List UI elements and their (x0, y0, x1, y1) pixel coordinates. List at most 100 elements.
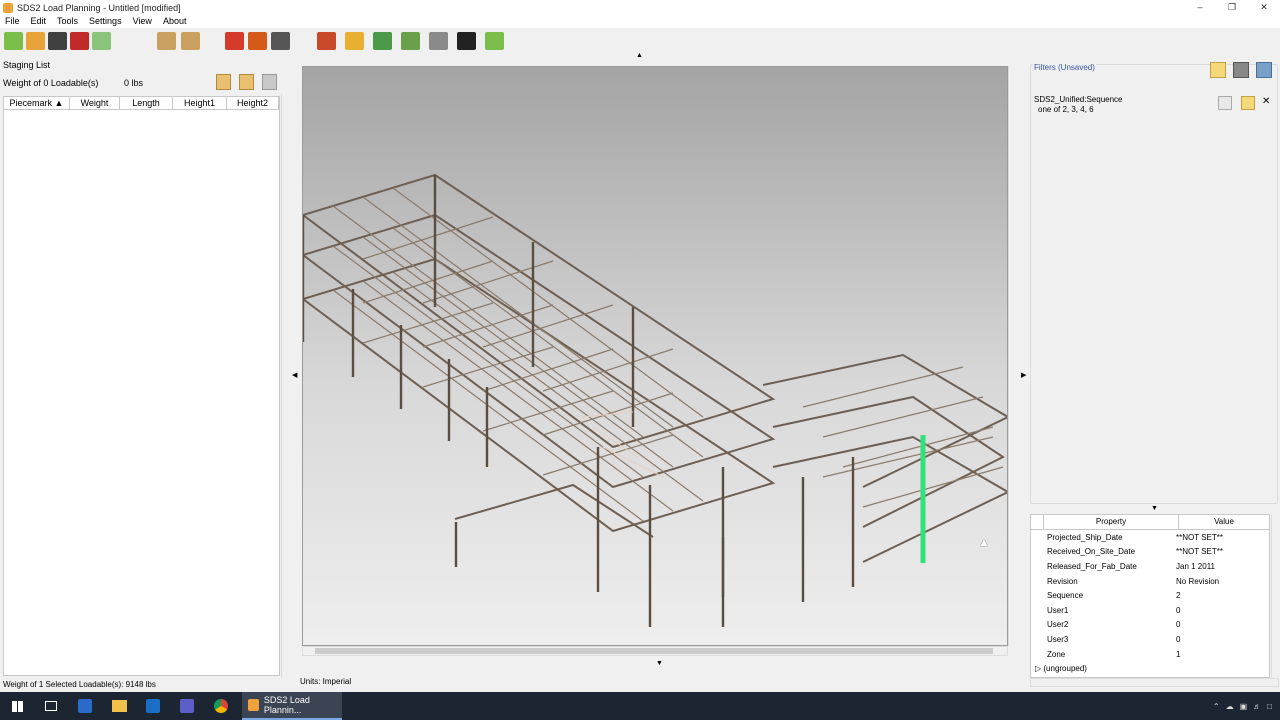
right-panel: Filters (Unsaved) SDS2_Unified:Sequence … (1030, 56, 1280, 692)
site-date-icon[interactable] (401, 32, 420, 50)
column-piecemark[interactable]: Piecemark ▲ (4, 97, 70, 109)
staging-table-header: Piecemark ▲ Weight Length Height1 Height… (3, 96, 280, 110)
erection-icon[interactable] (429, 32, 448, 50)
outlook-icon[interactable] (136, 692, 170, 720)
ship-date-icon[interactable] (373, 32, 392, 50)
property-horizontal-scrollbar[interactable] (1030, 678, 1279, 687)
property-group-ungrouped[interactable]: ▷ (ungrouped) (1031, 661, 1269, 676)
property-row[interactable]: Released_For_Fab_Date Jan 1 2011 (1031, 559, 1269, 574)
remove-filter-icon[interactable] (1241, 96, 1255, 110)
property-table: Property Value Projected_Ship_Date **NOT … (1030, 514, 1270, 678)
maximize-button[interactable]: ❐ (1216, 0, 1248, 15)
collapse-bottom-arrow-icon[interactable]: ▼ (656, 660, 663, 667)
property-row[interactable]: User1 0 (1031, 603, 1269, 618)
property-table-header: Property Value (1031, 515, 1269, 530)
undo-icon[interactable] (70, 32, 89, 50)
mouse-cursor-icon: ▲ (978, 535, 990, 549)
edit-filter-icon[interactable] (1218, 96, 1232, 110)
column-height1[interactable]: Height1 (173, 97, 227, 109)
remove-from-staging-icon[interactable] (239, 74, 254, 90)
column-value[interactable]: Value (1178, 515, 1269, 529)
load-filter-icon[interactable] (1256, 62, 1272, 78)
add-to-staging-icon[interactable] (216, 74, 231, 90)
tray-volume-icon[interactable]: ♬ (1253, 702, 1261, 711)
app-icon (3, 2, 13, 13)
column-weight[interactable]: Weight (70, 97, 120, 109)
column-length[interactable]: Length (120, 97, 173, 109)
staging-scrollbar[interactable] (281, 94, 290, 678)
minimize-button[interactable]: – (1184, 0, 1216, 15)
selected-weight-status: Weight of 1 Selected Loadable(s): 9148 l… (3, 680, 156, 689)
menu-bar: File Edit Tools Settings View About (0, 15, 1280, 28)
save-icon[interactable] (48, 32, 67, 50)
lock-icon[interactable] (345, 32, 364, 50)
tray-network-icon[interactable]: ▣ (1240, 702, 1248, 711)
taskbar: SDS2 Load Plannin... ⌃ ☁ ▣ ♬ □ (0, 692, 1280, 720)
vm-icon[interactable] (68, 692, 102, 720)
target-icon[interactable] (457, 32, 476, 50)
menu-tools[interactable]: Tools (52, 15, 84, 28)
collapse-left-arrow-icon[interactable]: ◀ (292, 371, 297, 379)
staging-title: Staging List (3, 60, 51, 70)
notification-icon[interactable]: □ (1267, 702, 1272, 711)
tray-chevron-icon[interactable]: ⌃ (1213, 702, 1220, 711)
units-status: Units: Imperial (300, 677, 352, 686)
filter-item-name[interactable]: SDS2_Unified:Sequence (1034, 95, 1123, 104)
property-row[interactable]: User3 0 (1031, 632, 1269, 647)
model-viewport[interactable] (302, 66, 1008, 646)
property-vertical-scrollbar[interactable] (1271, 514, 1279, 678)
collapse-top-arrow-icon[interactable]: ▲ (636, 52, 643, 59)
staging-weight-label: Weight of 0 Loadable(s) (3, 78, 99, 88)
menu-edit[interactable]: Edit (26, 15, 53, 28)
approve-icon[interactable] (485, 32, 504, 50)
member-color-icon[interactable] (317, 32, 336, 50)
column-height2[interactable]: Height2 (227, 97, 279, 109)
title-bar: SDS2 Load Planning - Untitled [modified]… (0, 0, 1280, 15)
load-remove-icon[interactable] (181, 32, 200, 50)
filter-item-detail: one of 2, 3, 4, 6 (1038, 105, 1094, 114)
teams-icon[interactable] (170, 692, 204, 720)
new-icon[interactable] (4, 32, 23, 50)
steel-model-render (303, 173, 1007, 627)
viewport-scroll-thumb[interactable] (315, 648, 993, 654)
property-row[interactable]: Revision No Revision (1031, 574, 1269, 589)
toolbar: ▲ (0, 28, 1280, 59)
menu-view[interactable]: View (128, 15, 158, 28)
viewport-vertical-scrollbar[interactable] (1008, 66, 1018, 646)
delete-load-icon[interactable] (271, 32, 290, 50)
menu-file[interactable]: File (0, 15, 26, 28)
windows-start-icon[interactable] (0, 692, 34, 720)
truck-load-icon[interactable] (225, 32, 244, 50)
clear-staging-icon[interactable] (262, 74, 277, 90)
property-row[interactable]: Zone 1 (1031, 647, 1269, 662)
window-title: SDS2 Load Planning - Untitled [modified] (17, 2, 181, 13)
filters-title: Filters (Unsaved) (1033, 63, 1096, 72)
system-tray: ⌃ ☁ ▣ ♬ □ (1213, 692, 1272, 720)
property-row[interactable]: User2 0 (1031, 618, 1269, 633)
stop-icon[interactable] (248, 32, 267, 50)
task-view-icon[interactable] (34, 692, 68, 720)
explorer-icon[interactable] (102, 692, 136, 720)
viewport-horizontal-scrollbar[interactable] (302, 646, 1008, 656)
redo-icon[interactable] (92, 32, 111, 50)
staging-table-body[interactable] (3, 110, 280, 676)
filters-box: Filters (Unsaved) (1030, 63, 1278, 504)
taskbar-app-sds2[interactable]: SDS2 Load Plannin... (242, 692, 342, 720)
property-row[interactable]: Projected_Ship_Date **NOT SET** (1031, 530, 1269, 545)
load-add-icon[interactable] (157, 32, 176, 50)
open-icon[interactable] (26, 32, 45, 50)
staging-weight-value: 0 lbs (124, 78, 144, 88)
menu-settings[interactable]: Settings (84, 15, 128, 28)
property-row[interactable]: Received_On_Site_Date **NOT SET** (1031, 545, 1269, 560)
split-arrow-icon[interactable]: ▼ (1151, 505, 1158, 512)
add-filter-icon[interactable] (1210, 62, 1226, 78)
chrome-icon[interactable] (204, 692, 238, 720)
save-filter-icon[interactable] (1233, 62, 1249, 78)
menu-about[interactable]: About (158, 15, 193, 28)
property-row[interactable]: Sequence 2 (1031, 588, 1269, 603)
tray-cloud-icon[interactable]: ☁ (1226, 702, 1234, 711)
close-button[interactable]: ✕ (1248, 0, 1280, 15)
collapse-right-arrow-icon[interactable]: ▶ (1021, 371, 1026, 379)
column-property[interactable]: Property (1043, 515, 1178, 529)
close-filter-icon[interactable]: ✕ (1262, 96, 1270, 107)
